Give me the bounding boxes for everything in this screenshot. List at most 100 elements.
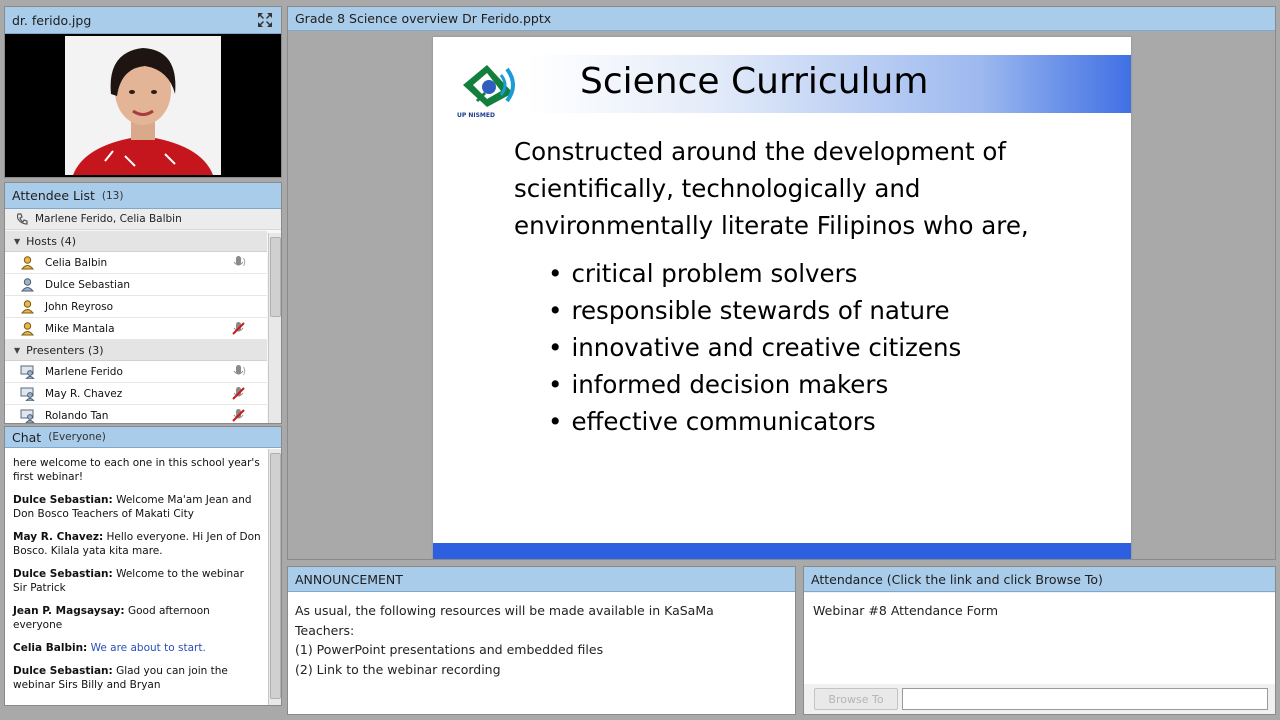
attendee-name: May R. Chavez — [45, 387, 123, 400]
attendee-pod-header: Attendee List (13) — [5, 183, 281, 209]
slide-logo-text: UP NISMED — [457, 112, 495, 119]
chat-sender: Jean P. Magsaysay: — [13, 605, 125, 617]
chat-pod-title: Chat — [12, 429, 42, 445]
attendee-scroll-thumb[interactable] — [270, 237, 281, 317]
attendance-url-input[interactable] — [902, 688, 1268, 710]
attendee-row[interactable]: Dulce Sebastian — [5, 274, 267, 296]
attendance-form-link[interactable]: Webinar #8 Attendance Form — [813, 603, 1267, 618]
presenter-icon — [20, 365, 35, 379]
chat-messages: here welcome to each one in this school … — [5, 449, 267, 705]
host-icon — [20, 278, 35, 292]
attendee-name: Mike Mantala — [45, 322, 115, 335]
attendee-row[interactable]: Marlene Ferido — [5, 361, 267, 383]
slide-bullet: responsible stewards of nature — [548, 292, 961, 329]
chat-sender: Dulce Sebastian: — [13, 494, 113, 506]
attendance-pod-title: Attendance (Click the link and click Bro… — [811, 571, 1103, 587]
attendee-name: Celia Balbin — [45, 256, 108, 269]
presenter-icon — [20, 409, 35, 423]
collapse-triangle-icon[interactable]: ▼ — [14, 346, 20, 355]
slide-intro: Constructed around the development of sc… — [514, 133, 1114, 244]
attendee-name: John Reyroso — [45, 300, 114, 313]
chat-sender: Dulce Sebastian: — [13, 665, 113, 677]
chat-message: Dulce Sebastian: Welcome Ma'am Jean and … — [13, 493, 261, 521]
attendee-row[interactable]: Celia Balbin — [5, 252, 267, 274]
attendee-row[interactable]: John Reyroso — [5, 296, 267, 318]
slide-title: Science Curriculum — [580, 61, 929, 102]
announcement-pod-title: ANNOUNCEMENT — [295, 571, 403, 587]
group-presenters-label: Presenters (3) — [26, 343, 104, 357]
attendee-row[interactable]: May R. Chavez — [5, 383, 267, 405]
host-icon — [20, 256, 35, 270]
presenter-photo — [65, 36, 221, 175]
camera-pod-title: dr. ferido.jpg — [12, 12, 92, 28]
chat-message: Dulce Sebastian: Glad you can join the w… — [13, 664, 261, 692]
chat-message: Dulce Sebastian: Welcome to the webinar … — [13, 567, 261, 595]
slide-bullet-list: critical problem solvers responsible ste… — [548, 255, 961, 440]
chat-message: here welcome to each one in this school … — [13, 456, 261, 484]
active-speakers-names: Marlene Ferido, Celia Balbin — [35, 213, 182, 225]
slide-bullet: effective communicators — [548, 403, 961, 440]
microphone-icon — [231, 364, 247, 382]
slide-intro-line: Constructed around the development of — [514, 137, 1007, 166]
attendee-name: Marlene Ferido — [45, 365, 123, 378]
chat-sender: Dulce Sebastian: — [13, 568, 113, 580]
mic-muted-icon — [231, 386, 247, 404]
share-pod-title: Grade 8 Science overview Dr Ferido.pptx — [295, 11, 552, 26]
group-hosts-label: Hosts (4) — [26, 234, 77, 248]
attendee-name: Dulce Sebastian — [45, 278, 131, 291]
slide-bullet: innovative and creative citizens — [548, 329, 961, 366]
slide-intro-line: environmentally literate Filipinos who a… — [514, 211, 1029, 240]
chat-pod: Chat (Everyone) here welcome to each one… — [4, 426, 282, 706]
chat-pod-header: Chat (Everyone) — [5, 427, 281, 448]
group-hosts[interactable]: ▼ Hosts (4) — [5, 231, 267, 252]
attendee-scrollbar[interactable] — [268, 233, 281, 423]
announcement-pod: ANNOUNCEMENT As usual, the following res… — [287, 566, 796, 715]
camera-pod: dr. ferido.jpg — [4, 6, 282, 178]
attendee-name: Rolando Tan — [45, 409, 109, 422]
attendee-row[interactable]: Rolando Tan — [5, 405, 267, 423]
announcement-line: (1) PowerPoint presentations and embedde… — [295, 642, 604, 657]
chat-sender: May R. Chavez: — [13, 531, 104, 543]
announcement-text: As usual, the following resources will b… — [295, 601, 765, 679]
speaking-phone-icon — [16, 213, 28, 225]
chat-message: May R. Chavez: Hello everyone. Hi Jen of… — [13, 530, 261, 558]
chat-message-text: We are about to start. — [90, 642, 206, 654]
mic-muted-icon — [231, 321, 247, 339]
group-presenters[interactable]: ▼ Presenters (3) — [5, 340, 267, 361]
attendance-pod-header: Attendance (Click the link and click Bro… — [804, 567, 1275, 592]
collapse-triangle-icon[interactable]: ▼ — [14, 237, 20, 246]
chat-scroll-thumb[interactable] — [270, 453, 281, 699]
mic-muted-icon — [231, 408, 247, 423]
browse-to-button[interactable]: Browse To — [814, 688, 898, 710]
attendee-pod-title: Attendee List — [12, 188, 95, 203]
share-pod: Grade 8 Science overview Dr Ferido.pptx … — [287, 6, 1276, 560]
chat-sender: Celia Balbin: — [13, 642, 88, 654]
chat-scope: (Everyone) — [48, 431, 106, 443]
presentation-slide: UP NISMED Science Curriculum Constructed… — [433, 37, 1131, 559]
slide-bullet: critical problem solvers — [548, 255, 961, 292]
chat-scrollbar[interactable] — [268, 449, 281, 705]
attendance-link-list: Webinar #8 Attendance Form — [804, 593, 1275, 684]
slide-bottom-bar — [433, 543, 1131, 559]
announcement-pod-header: ANNOUNCEMENT — [288, 567, 795, 592]
attendee-list: ▼ Hosts (4) Celia Balbin Dulce Sebastian… — [5, 231, 267, 423]
announcement-line: As usual, the following resources will b… — [295, 603, 714, 618]
presenter-icon — [20, 387, 35, 401]
host-icon — [20, 300, 35, 314]
chat-message: Celia Balbin: We are about to start. — [13, 641, 261, 655]
chat-message: Jean P. Magsaysay: Good afternoon everyo… — [13, 604, 261, 632]
attendance-pod: Attendance (Click the link and click Bro… — [803, 566, 1276, 715]
fullscreen-expand-icon[interactable] — [256, 11, 274, 29]
microphone-icon — [231, 255, 247, 273]
camera-pod-header: dr. ferido.jpg — [5, 7, 281, 34]
chat-message-text: here welcome to each one in this school … — [13, 457, 260, 483]
active-speakers-row: Marlene Ferido, Celia Balbin — [5, 209, 281, 230]
attendee-row[interactable]: Mike Mantala — [5, 318, 267, 340]
announcement-line: (2) Link to the webinar recording — [295, 661, 501, 677]
share-pod-header: Grade 8 Science overview Dr Ferido.pptx — [288, 7, 1275, 31]
announcement-line: Teachers: — [295, 622, 355, 638]
host-icon — [20, 322, 35, 336]
slide-intro-line: scientifically, technologically and — [514, 174, 921, 203]
attendee-list-pod: Attendee List (13) Marlene Ferido, Celia… — [4, 182, 282, 424]
attendee-count: (13) — [101, 189, 124, 202]
